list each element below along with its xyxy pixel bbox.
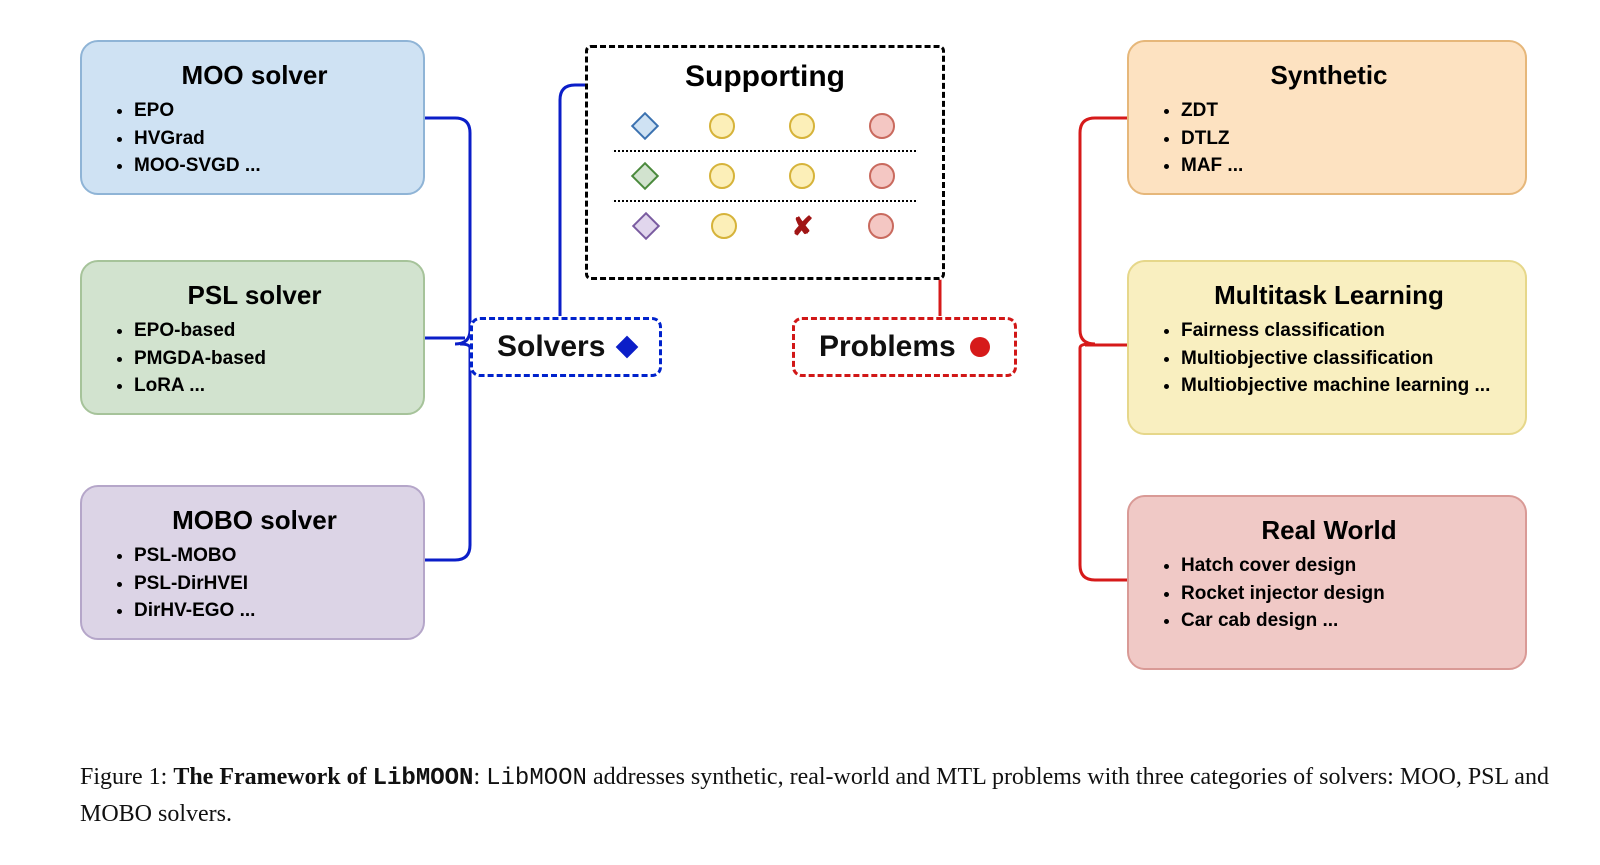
support-circle-icon	[711, 213, 737, 239]
list-item: Rocket injector design	[1181, 580, 1503, 608]
solver-diamond-solid-icon	[616, 336, 639, 359]
list-item: HVGrad	[134, 125, 401, 153]
support-circle-icon	[709, 113, 735, 139]
caption-lib2: LibMOON	[486, 765, 587, 792]
list-item: DTLZ	[1181, 125, 1503, 153]
support-row	[608, 154, 922, 198]
mtl-title: Multitask Learning	[1155, 280, 1503, 311]
unsupported-cross-icon: ✘	[792, 213, 814, 239]
support-circle-icon	[709, 163, 735, 189]
list-item: ZDT	[1181, 97, 1503, 125]
solver-diamond-blue-icon	[631, 112, 659, 140]
solver-diamond-purple-icon	[631, 212, 659, 240]
moo-solver-box: MOO solver EPO HVGrad MOO-SVGD ...	[80, 40, 425, 195]
figure-caption: Figure 1: The Framework of LibMOON: LibM…	[80, 760, 1560, 832]
mobo-solver-box: MOBO solver PSL-MOBO PSL-DirHVEI DirHV-E…	[80, 485, 425, 640]
caption-bold: The Framework of	[173, 764, 372, 790]
support-circle-icon	[869, 113, 895, 139]
list-item: EPO	[134, 97, 401, 125]
list-item: MOO-SVGD ...	[134, 152, 401, 180]
list-item: Multiobjective machine learning ...	[1181, 372, 1503, 400]
support-circle-icon	[789, 163, 815, 189]
list-item: PSL-MOBO	[134, 542, 401, 570]
list-item: LoRA ...	[134, 372, 401, 400]
caption-prefix: Figure 1:	[80, 764, 173, 790]
mtl-list: Fairness classification Multiobjective c…	[1155, 317, 1503, 400]
realworld-title: Real World	[1155, 515, 1503, 546]
support-row	[608, 104, 922, 148]
mobo-list: PSL-MOBO PSL-DirHVEI DirHV-EGO ...	[108, 542, 401, 625]
psl-solver-box: PSL solver EPO-based PMGDA-based LoRA ..…	[80, 260, 425, 415]
synthetic-title: Synthetic	[1155, 60, 1503, 91]
moo-title: MOO solver	[108, 60, 401, 91]
problems-label-text: Problems	[819, 330, 956, 364]
framework-diagram: MOO solver EPO HVGrad MOO-SVGD ... PSL s…	[0, 0, 1600, 865]
list-item: PMGDA-based	[134, 345, 401, 373]
synthetic-box: Synthetic ZDT DTLZ MAF ...	[1127, 40, 1527, 195]
caption-sep: :	[473, 764, 486, 790]
list-item: Car cab design ...	[1181, 607, 1503, 635]
psl-list: EPO-based PMGDA-based LoRA ...	[108, 317, 401, 400]
list-item: Multiobjective classification	[1181, 345, 1503, 373]
list-item: Fairness classification	[1181, 317, 1503, 345]
list-item: Hatch cover design	[1181, 552, 1503, 580]
mtl-box: Multitask Learning Fairness classificati…	[1127, 260, 1527, 435]
list-item: PSL-DirHVEI	[134, 570, 401, 598]
problems-label: Problems	[792, 317, 1017, 377]
list-item: MAF ...	[1181, 152, 1503, 180]
support-circle-icon	[869, 163, 895, 189]
support-circle-icon	[868, 213, 894, 239]
solvers-label-text: Solvers	[497, 330, 605, 364]
support-row: ✘	[608, 204, 922, 248]
supporting-title: Supporting	[608, 60, 922, 94]
caption-lib1: LibMOON	[373, 765, 474, 792]
moo-list: EPO HVGrad MOO-SVGD ...	[108, 97, 401, 180]
solvers-label: Solvers	[470, 317, 662, 377]
supporting-matrix: Supporting ✘	[585, 45, 945, 280]
solver-diamond-green-icon	[631, 162, 659, 190]
synthetic-list: ZDT DTLZ MAF ...	[1155, 97, 1503, 180]
realworld-list: Hatch cover design Rocket injector desig…	[1155, 552, 1503, 635]
support-circle-icon	[789, 113, 815, 139]
realworld-box: Real World Hatch cover design Rocket inj…	[1127, 495, 1527, 670]
list-item: DirHV-EGO ...	[134, 597, 401, 625]
list-item: EPO-based	[134, 317, 401, 345]
divider	[614, 150, 916, 152]
problem-circle-solid-icon	[970, 337, 990, 357]
divider	[614, 200, 916, 202]
mobo-title: MOBO solver	[108, 505, 401, 536]
psl-title: PSL solver	[108, 280, 401, 311]
